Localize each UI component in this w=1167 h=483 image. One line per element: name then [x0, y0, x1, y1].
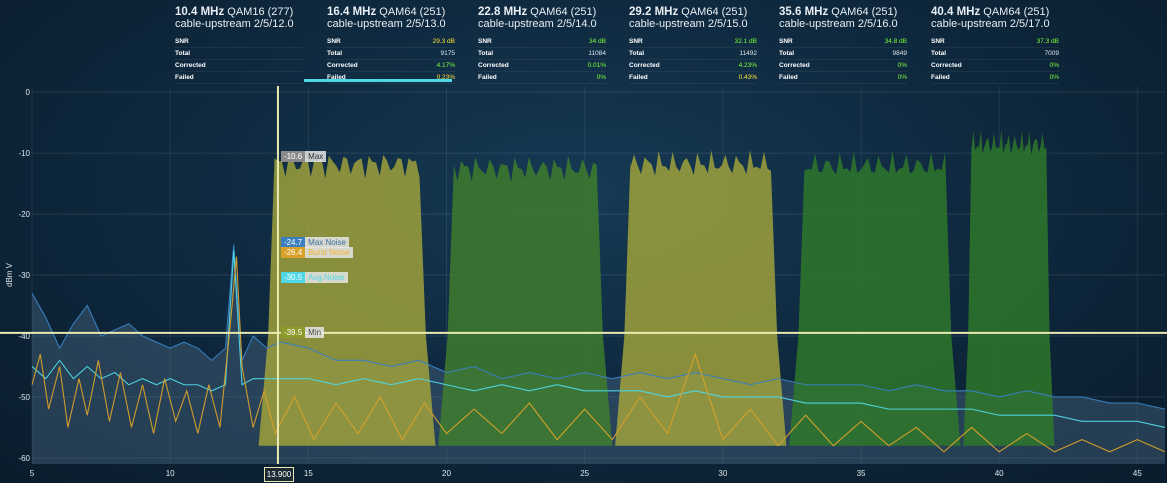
x-tick-label: 15 — [304, 469, 313, 478]
x-tick-label: 40 — [995, 469, 1004, 478]
y-tick-label: 0 — [26, 88, 31, 97]
channel-block — [258, 154, 436, 446]
x-tick-label: 35 — [857, 469, 866, 478]
y-tick-label: -30 — [18, 271, 30, 280]
channel-block — [789, 151, 961, 446]
y-axis-title: dBm V — [5, 262, 14, 287]
x-tick-label: 30 — [718, 469, 727, 478]
x-tick-label: 20 — [442, 469, 451, 478]
marker-value: -30.5 — [280, 272, 306, 284]
marker-value: -39.5 — [280, 326, 306, 338]
marker-name: Max Noise — [305, 236, 349, 248]
y-tick-label: -50 — [18, 393, 30, 402]
y-tick-label: -40 — [18, 332, 30, 341]
cursor-marker: -24.7 Max Noise — [280, 236, 349, 248]
x-tick-label: 5 — [30, 469, 35, 478]
marker-name: Max — [305, 150, 327, 162]
x-tick-label: 25 — [580, 469, 589, 478]
cursor-x-label[interactable]: 13.900 — [264, 467, 294, 482]
marker-name: Avg Noise — [305, 272, 348, 284]
channel-block — [438, 155, 613, 446]
channel-block — [963, 129, 1055, 446]
marker-name: Min — [305, 326, 325, 338]
y-tick-label: -10 — [18, 149, 30, 158]
x-tick-label: 10 — [166, 469, 175, 478]
cursor-marker: -39.5 Min — [280, 326, 325, 338]
y-tick-label: -20 — [18, 210, 30, 219]
marker-value: -26.4 — [280, 247, 306, 259]
cursor-marker: -26.4 Burst Noise — [280, 247, 353, 259]
marker-value: -10.6 — [280, 150, 306, 162]
x-tick-label: 45 — [1133, 469, 1142, 478]
marker-name: Burst Noise — [305, 247, 353, 259]
channel-block — [615, 150, 787, 446]
spectrum-chart[interactable]: 0 -10 -20 -30 -40 -50 -605 10 15 20 25 30 35 40 45 dBm … — [0, 0, 1167, 483]
cursor-marker: -30.5 Avg Noise — [280, 272, 348, 284]
y-tick-label: -60 — [18, 454, 30, 463]
cursor-marker: -10.6 Max — [280, 150, 327, 162]
marker-value: -24.7 — [280, 236, 306, 248]
